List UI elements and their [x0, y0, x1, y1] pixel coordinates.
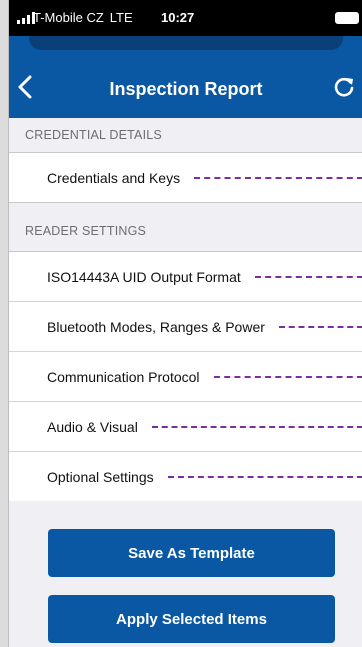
apply-selected-items-button[interactable]: Apply Selected Items [48, 595, 335, 643]
list-item-label: Bluetooth Modes, Ranges & Power [47, 318, 265, 335]
dashed-line [254, 275, 362, 278]
dashed-line [213, 375, 362, 378]
list-item-credentials-keys[interactable]: Credentials and Keys [9, 153, 362, 202]
carrier-name: T-Mobile CZ [33, 10, 104, 25]
list-item-communication-protocol[interactable]: Communication Protocol [9, 352, 362, 402]
status-bar: T-Mobile CZ LTE 10:27 [9, 0, 362, 36]
list-item-label: Credentials and Keys [47, 169, 181, 186]
refresh-icon[interactable] [333, 76, 355, 98]
dashed-line [151, 425, 362, 428]
dashed-line [194, 176, 362, 179]
section-header-reader: READER SETTINGS [9, 202, 362, 252]
list-item-label: Audio & Visual [47, 418, 138, 435]
carrier-text: T-Mobile CZ LTE [33, 10, 133, 25]
header-tab-decoration [29, 36, 343, 50]
action-buttons: Save As Template Apply Selected Items [9, 501, 362, 643]
page-title: Inspection Report [109, 79, 263, 99]
list-item-uid-output-format[interactable]: ISO14443A UID Output Format [9, 252, 362, 302]
list-item-audio-visual[interactable]: Audio & Visual [9, 402, 362, 452]
reader-settings-list: ISO14443A UID Output Format Bluetooth Mo… [9, 252, 362, 501]
nav-header: Inspection Report [9, 36, 362, 118]
clock: 10:27 [161, 10, 195, 25]
network-type: LTE [109, 10, 133, 25]
save-as-template-button[interactable]: Save As Template [48, 529, 335, 577]
list-item-label: Communication Protocol [47, 368, 200, 385]
battery-icon [335, 12, 359, 24]
dashed-line [167, 475, 362, 478]
list-item-label: ISO14443A UID Output Format [47, 268, 241, 285]
section-header-credential: CREDENTIAL DETAILS [9, 118, 362, 153]
list-item-bluetooth-modes[interactable]: Bluetooth Modes, Ranges & Power [9, 302, 362, 352]
dashed-line [278, 325, 362, 328]
credential-list: Credentials and Keys [9, 153, 362, 202]
list-item-optional-settings[interactable]: Optional Settings [9, 452, 362, 501]
list-item-label: Optional Settings [47, 468, 154, 485]
app-frame: T-Mobile CZ LTE 10:27 Inspection Report C… [8, 0, 362, 647]
